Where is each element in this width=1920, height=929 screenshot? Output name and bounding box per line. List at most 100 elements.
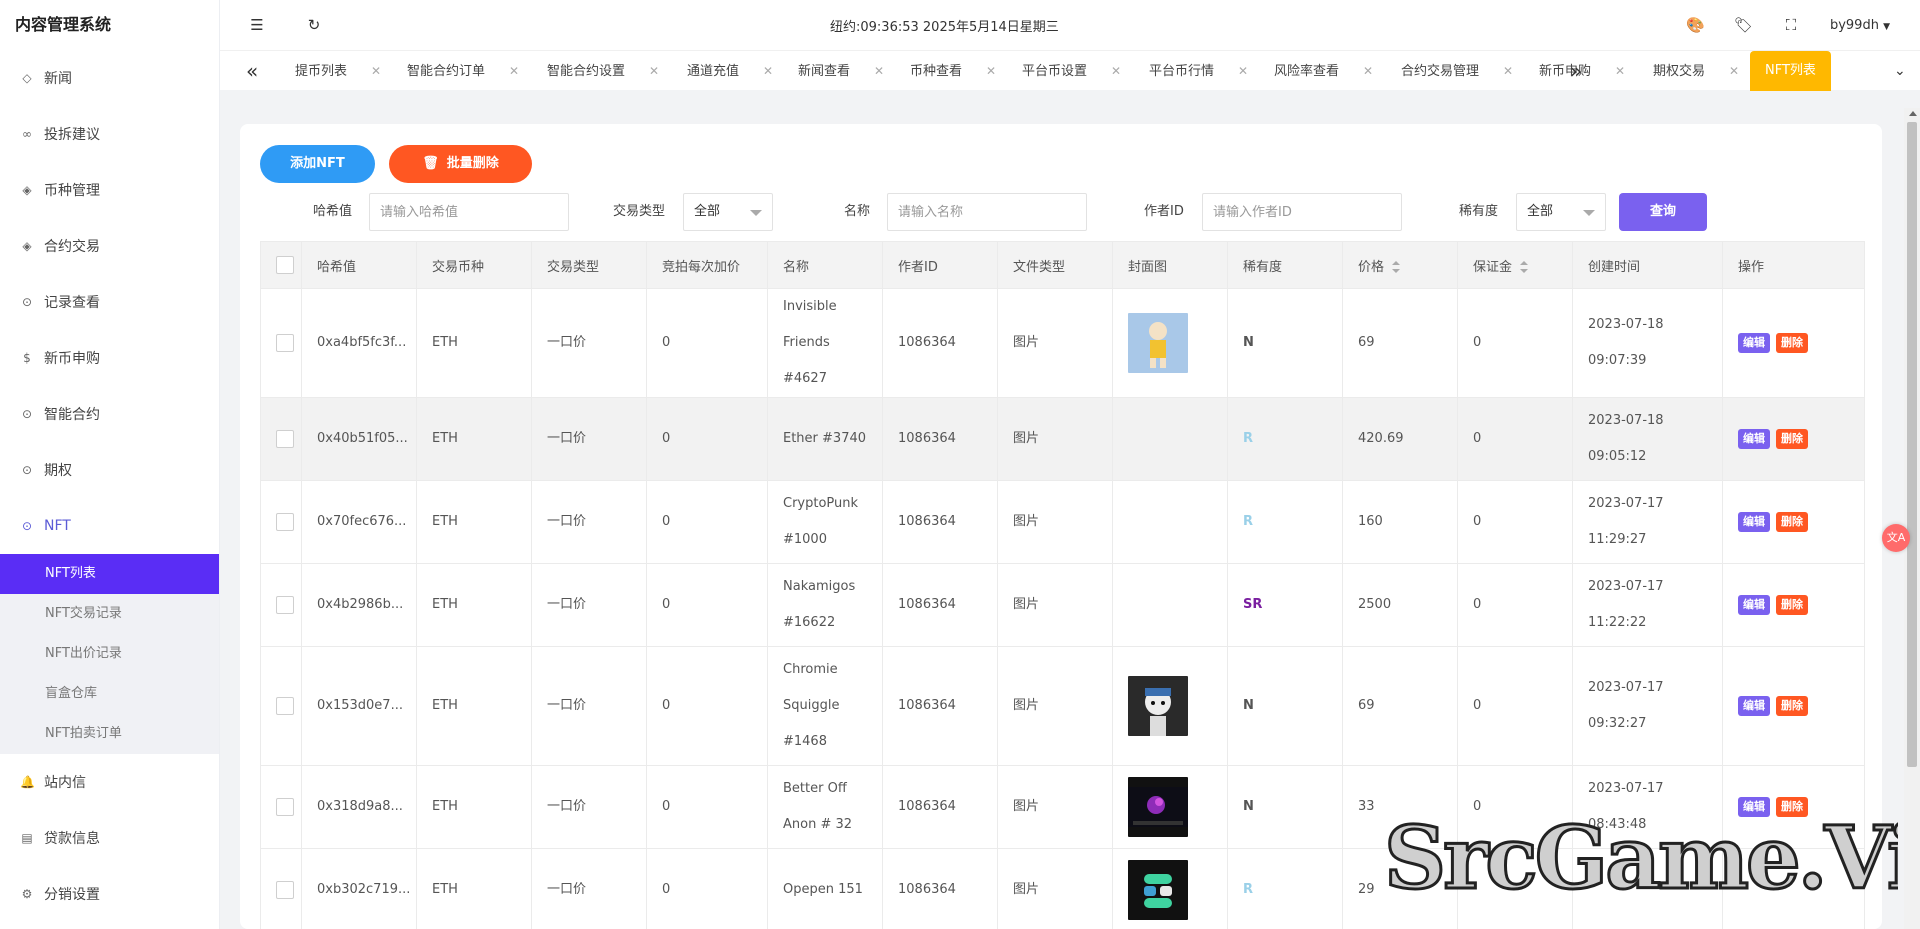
sort-icon[interactable]	[1392, 261, 1401, 273]
cell-hash: 0x153d0e7...	[301, 646, 417, 766]
delete-button[interactable]: 删除	[1776, 595, 1808, 615]
cell-file-type: 图片	[997, 848, 1113, 929]
nft-cover-image[interactable]	[1128, 777, 1212, 837]
type-select[interactable]: 全部	[683, 193, 773, 231]
close-tab-icon[interactable]: ✕	[1238, 64, 1248, 78]
nft-subitem-4[interactable]: NFT拍卖订单	[0, 714, 219, 754]
translate-icon[interactable]: 文A	[1882, 524, 1910, 552]
column-header[interactable]: 保证金	[1457, 241, 1573, 289]
sidebar-bottom-item-0[interactable]: 🔔 站内信	[0, 754, 219, 810]
table-row[interactable]: 0x40b51f05... ETH 一口价 0 Ether #3740 1086364 图片…	[260, 397, 1865, 481]
close-tab-icon[interactable]: ✕	[763, 64, 773, 78]
tab-8[interactable]: 风险率查看 ✕	[1274, 51, 1373, 91]
table-row[interactable]: 0xa4bf5fc3f... ETH 一口价 0 Invisible Friends #…	[260, 288, 1865, 398]
column-header: 文件类型	[997, 241, 1113, 289]
nft-subitem-1[interactable]: NFT交易记录	[0, 594, 219, 634]
tab-1[interactable]: 智能合约订单 ✕	[407, 51, 519, 91]
tab-4[interactable]: 新闻查看 ✕	[798, 51, 884, 91]
cell-text: ETH	[432, 597, 458, 612]
nft-cover-image[interactable]	[1128, 860, 1212, 920]
delete-button[interactable]: 删除	[1776, 429, 1808, 449]
close-tab-icon[interactable]: ✕	[874, 64, 884, 78]
table-row[interactable]: 0x4b2986b... ETH 一口价 0 Nakamigos #16622 10863…	[260, 563, 1865, 647]
batch-delete-button[interactable]: 🗑 批量删除	[389, 145, 532, 183]
table-row[interactable]: 0x153d0e7... ETH 一口价 0 Chromie Squiggle #146…	[260, 646, 1865, 766]
table-row[interactable]: 0x70fec676... ETH 一口价 0 CryptoPunk #1000 1086…	[260, 480, 1865, 564]
cell-coin: ETH	[416, 765, 532, 849]
row-checkbox[interactable]	[276, 797, 294, 816]
row-checkbox[interactable]	[276, 595, 294, 614]
close-tab-icon[interactable]: ✕	[649, 64, 659, 78]
sidebar-item-5[interactable]: $ 新币申购	[0, 330, 219, 386]
column-header-label: 封面图	[1128, 259, 1168, 275]
row-checkbox[interactable]	[276, 512, 294, 531]
edit-button[interactable]: 编辑	[1738, 429, 1770, 449]
column-header[interactable]: 价格	[1342, 241, 1458, 289]
tab-7[interactable]: 平台币行情 ✕	[1149, 51, 1248, 91]
user-menu[interactable]: by99dh ▼	[1830, 18, 1890, 33]
theme-icon[interactable]: 🎨	[1686, 16, 1705, 34]
edit-button[interactable]: 编辑	[1738, 595, 1770, 615]
delete-button[interactable]: 删除	[1776, 512, 1808, 532]
nft-cover-image[interactable]	[1128, 313, 1212, 373]
sidebar-item-4[interactable]: ⊙ 记录查看	[0, 274, 219, 330]
sidebar-bottom-item-2[interactable]: ⚙ 分销设置	[0, 866, 219, 922]
menu-collapse-icon[interactable]: ☰	[248, 16, 266, 34]
tab-9[interactable]: 合约交易管理 ✕	[1401, 51, 1513, 91]
tabs-dropdown-icon[interactable]: ⌄	[1894, 51, 1906, 91]
author-input[interactable]	[1202, 193, 1402, 231]
close-tab-icon[interactable]: ✕	[1615, 64, 1625, 78]
close-tab-icon[interactable]: ✕	[371, 64, 381, 78]
select-all-checkbox[interactable]	[276, 256, 294, 274]
diamond-icon: ◈	[22, 239, 32, 253]
sidebar-item-2[interactable]: ◈ 币种管理	[0, 162, 219, 218]
row-checkbox[interactable]	[276, 429, 294, 448]
rarity-select[interactable]: 全部	[1516, 193, 1606, 231]
sidebar-item-6[interactable]: ⊙ 智能合约	[0, 386, 219, 442]
tab-3[interactable]: 通道充值 ✕	[687, 51, 773, 91]
delete-button[interactable]: 删除	[1776, 333, 1808, 353]
sidebar-item-7[interactable]: ⊙ 期权	[0, 442, 219, 498]
nft-subitem-3[interactable]: 盲盒仓库	[0, 674, 219, 714]
nft-cover-image[interactable]	[1128, 676, 1212, 736]
sidebar-bottom-item-1[interactable]: ▤ 贷款信息	[0, 810, 219, 866]
close-tab-icon[interactable]: ✕	[1503, 64, 1513, 78]
query-button[interactable]: 查询	[1619, 193, 1707, 231]
tab-5[interactable]: 币种查看 ✕	[910, 51, 996, 91]
sidebar-item-1[interactable]: ∞ 投拆建议	[0, 106, 219, 162]
close-tab-icon[interactable]: ✕	[1363, 64, 1373, 78]
add-nft-button[interactable]: 添加NFT	[260, 145, 375, 183]
tab-label: 智能合约订单	[407, 64, 486, 79]
sort-icon[interactable]	[1520, 261, 1529, 273]
row-checkbox[interactable]	[276, 333, 294, 352]
close-tab-icon[interactable]: ✕	[986, 64, 996, 78]
sidebar-item-8[interactable]: ⊙ NFT	[0, 498, 219, 554]
fullscreen-icon[interactable]: ⛶	[1782, 16, 1800, 34]
row-checkbox[interactable]	[276, 880, 294, 899]
name-input[interactable]	[887, 193, 1087, 231]
nft-subitem-2[interactable]: NFT出价记录	[0, 634, 219, 674]
tab-0[interactable]: 提币列表 ✕	[295, 51, 381, 91]
tab-6[interactable]: 平台币设置 ✕	[1022, 51, 1121, 91]
tab-12[interactable]: NFT列表	[1750, 51, 1831, 91]
tab-11[interactable]: 期权交易 ✕	[1653, 51, 1739, 91]
close-tab-icon[interactable]: ✕	[1729, 64, 1739, 78]
edit-button[interactable]: 编辑	[1738, 333, 1770, 353]
refresh-icon[interactable]: ↻	[305, 16, 323, 34]
edit-button[interactable]: 编辑	[1738, 696, 1770, 716]
tab-2[interactable]: 智能合约设置 ✕	[547, 51, 659, 91]
sidebar-item-0[interactable]: ◇ 新闻	[0, 50, 219, 106]
close-tab-icon[interactable]: ✕	[509, 64, 519, 78]
nft-subitem-0[interactable]: NFT列表	[0, 554, 219, 594]
scroll-up-icon[interactable]	[1909, 111, 1917, 116]
hash-input[interactable]	[369, 193, 569, 231]
row-checkbox[interactable]	[276, 696, 294, 715]
tabs-scroll-right-icon[interactable]: »	[1570, 51, 1582, 91]
sidebar-item-3[interactable]: ◈ 合约交易	[0, 218, 219, 274]
tabs-scroll-left-icon[interactable]: «	[246, 51, 258, 91]
scrollbar-thumb[interactable]	[1907, 122, 1917, 767]
tag-icon[interactable]: 🏷	[1734, 16, 1753, 34]
delete-button[interactable]: 删除	[1776, 696, 1808, 716]
edit-button[interactable]: 编辑	[1738, 512, 1770, 532]
close-tab-icon[interactable]: ✕	[1111, 64, 1121, 78]
